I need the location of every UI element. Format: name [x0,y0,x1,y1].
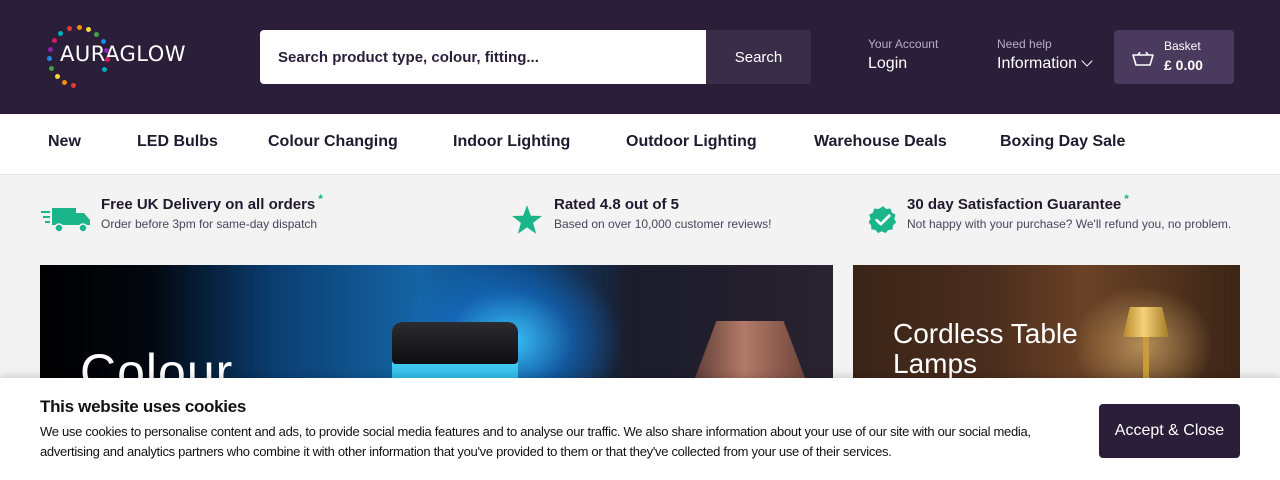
logo-dot [49,65,55,71]
usp-rating: Rated 4.8 out of 5 Based on over 10,000 … [554,196,771,231]
information-label: Information [997,55,1078,72]
check-badge-icon [868,206,897,234]
usp-delivery-title: Free UK Delivery on all orders * [101,192,323,213]
account-link[interactable]: Your Account Login [868,37,938,73]
search-bar: Search [260,30,811,84]
banner-right-headline: Cordless Table Lamps [893,318,1078,379]
logo-dot [47,56,53,62]
delivery-truck-icon [41,208,90,233]
nav-item-new[interactable]: New [48,133,81,151]
logo-dot [51,37,57,43]
usp-delivery-sub: Order before 3pm for same-day dispatch [101,217,318,231]
search-input[interactable] [260,30,706,84]
logo-dot [100,38,106,44]
basket-icon [1132,52,1154,66]
usp-rating-title: Rated 4.8 out of 5 [554,196,680,213]
logo-dot [67,26,73,32]
usp-guarantee-title: 30 day Satisfaction Guarantee * [907,192,1129,213]
logo-dot [71,82,77,88]
gold-lamp-shade-image [1123,307,1169,337]
jar-lid-image [392,322,518,364]
usp-rating-sub: Based on over 10,000 customer reviews! [554,217,772,231]
logo-dot [47,46,53,52]
main-nav: New LED Bulbs Colour Changing Indoor Lig… [0,114,1280,175]
basket-total: £ 0.00 [1164,57,1203,73]
usp-guarantee-sub: Not happy with your purchase? We'll refu… [907,217,1232,231]
basket-label: Basket [1164,39,1201,53]
logo-dot [62,79,68,85]
information-dropdown[interactable]: Need help Information [997,37,1093,73]
nav-item-colour-changing[interactable]: Colour Changing [268,133,398,151]
auraglow-logo[interactable]: AURAGLOW [44,22,220,90]
usp-guarantee: 30 day Satisfaction Guarantee * Not happy… [907,192,1232,231]
basket-button[interactable]: Basket £ 0.00 [1114,30,1234,84]
logo-dot [102,66,108,72]
usp-delivery: Free UK Delivery on all orders * Order be… [101,192,323,231]
logo-dot [76,25,82,30]
logo-text: AURAGLOW [60,42,186,66]
logo-dot [54,73,60,79]
star-icon [512,205,542,234]
logo-dot [86,26,92,32]
logo-dot [94,31,100,37]
nav-item-outdoor-lighting[interactable]: Outdoor Lighting [626,133,757,151]
nav-item-led-bulbs[interactable]: LED Bulbs [137,133,218,151]
accept-close-button[interactable]: Accept & Close [1099,404,1240,458]
account-caption: Your Account [868,37,939,51]
search-button[interactable]: Search [706,30,811,84]
cookie-text: We use cookies to personalise content an… [40,424,1031,459]
nav-item-indoor-lighting[interactable]: Indoor Lighting [453,133,570,151]
site-header: AURAGLOW Search Your Account Login Need … [0,0,1280,114]
cookie-banner: This website uses cookies We use cookies… [0,378,1280,480]
login-label: Login [868,55,908,72]
nav-item-boxing-day-sale[interactable]: Boxing Day Sale [1000,133,1125,151]
nav-item-warehouse-deals[interactable]: Warehouse Deals [814,133,947,151]
cookie-title: This website uses cookies [40,397,247,416]
help-caption: Need help [997,37,1052,51]
logo-dot [58,30,64,36]
chevron-down-icon [1081,55,1093,67]
